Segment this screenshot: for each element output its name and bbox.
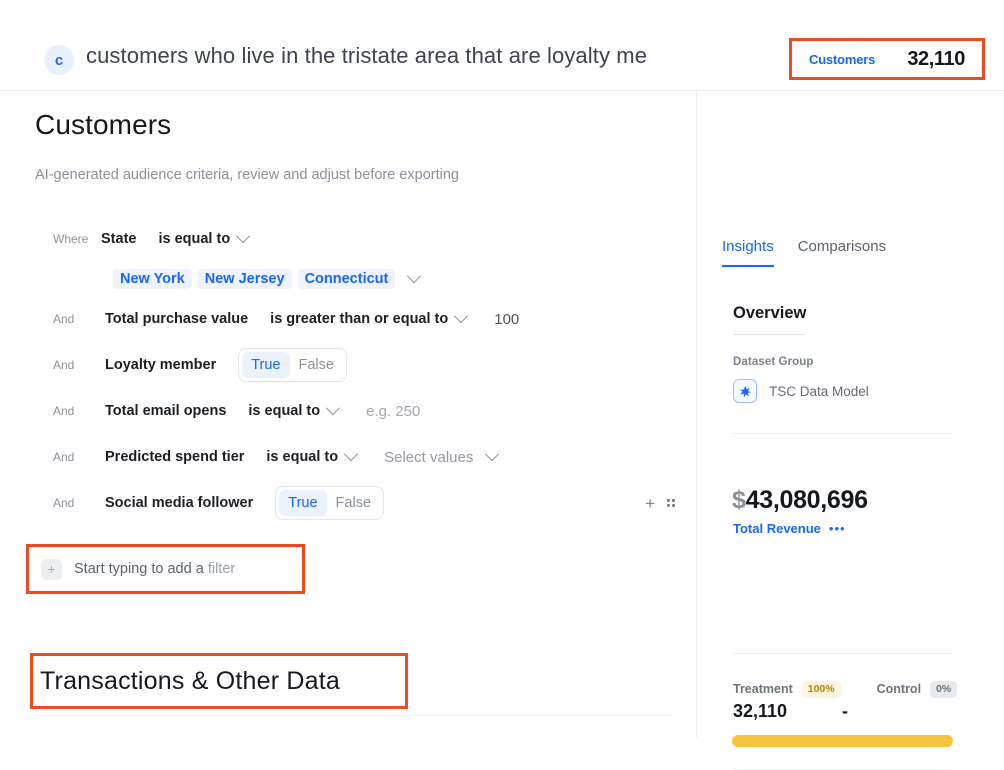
filter-operator-label: is equal to: [248, 403, 321, 419]
filter-value-input[interactable]: e.g. 250: [366, 403, 420, 420]
filter-field[interactable]: Total purchase value: [105, 311, 248, 327]
filter-operator[interactable]: is equal to: [158, 229, 251, 247]
chevron-down-icon: [485, 447, 500, 462]
overview-heading: Overview: [733, 304, 807, 322]
treatment-value: 32,110: [733, 701, 788, 721]
value-chip[interactable]: Connecticut: [297, 269, 396, 289]
tab-insights[interactable]: Insights: [722, 238, 774, 267]
control-percent-badge: 0%: [930, 681, 958, 698]
add-filter-placeholder-prefix: Start typing to add a: [74, 561, 204, 577]
filter-row[interactable]: And Social media follower True False +: [0, 480, 697, 526]
filter-field[interactable]: Loyalty member: [105, 357, 216, 373]
filter-row[interactable]: And Total email opens is equal to e.g. 2…: [0, 388, 697, 434]
filter-conjunction: Where: [53, 232, 89, 246]
filter-operator[interactable]: is equal to: [266, 447, 359, 465]
filter-field[interactable]: Total email opens: [105, 403, 226, 419]
filter-operator-label: is equal to: [158, 231, 231, 247]
treatment-percent-badge: 100%: [801, 681, 841, 698]
filter-row[interactable]: And Predicted spend tier is equal to Sel…: [0, 434, 697, 480]
filter-row[interactable]: And Total purchase value is greater than…: [0, 296, 697, 342]
page-subtitle: AI-generated audience criteria, review a…: [35, 167, 459, 183]
chevron-down-icon: [454, 309, 469, 324]
drag-handle-icon[interactable]: [667, 499, 675, 507]
filter-row[interactable]: Where State is equal to: [0, 216, 697, 262]
prompt-text[interactable]: customers who live in the tristate area …: [86, 43, 726, 69]
dataset-group-name: TSC Data Model: [769, 383, 869, 399]
insights-tabs: Insights Comparisons: [722, 238, 886, 267]
audience-builder-pane: Customers AI-generated audience criteria…: [0, 91, 697, 738]
chevron-down-icon: [326, 401, 341, 416]
dataset-group-label: Dataset Group: [733, 356, 814, 368]
section-divider: [35, 715, 673, 716]
chevron-down-icon: [344, 447, 359, 462]
filter-value-select-label: Select values: [384, 448, 474, 466]
filter-conjunction: And: [53, 496, 75, 510]
currency-symbol: $: [732, 486, 746, 514]
filter-value-input[interactable]: 100: [494, 311, 519, 328]
boolean-toggle[interactable]: True False: [275, 486, 385, 520]
plus-icon[interactable]: +: [41, 558, 62, 580]
filter-row[interactable]: And Loyalty member True False: [0, 342, 697, 388]
add-filter-placeholder: Start typing to add a filter: [74, 561, 235, 577]
overview-underline: [733, 334, 805, 335]
filter-conjunction: And: [53, 450, 75, 464]
control-value: -: [842, 701, 848, 721]
filter-operator[interactable]: is greater than or equal to: [270, 309, 469, 327]
treatment-label: Treatment: [733, 682, 793, 697]
customers-count-badge[interactable]: Customers 32,110: [789, 38, 985, 80]
total-revenue-value: $43,080,696: [732, 486, 868, 515]
chevron-down-icon[interactable]: [407, 269, 422, 284]
add-icon[interactable]: +: [645, 495, 655, 512]
dataset-group-row[interactable]: TSC Data Model: [733, 379, 869, 403]
split-progress-bar: [732, 735, 953, 747]
filter-value-chips[interactable]: New York New Jersey Connecticut: [0, 262, 697, 296]
add-filter-input[interactable]: + Start typing to add a filter: [26, 544, 305, 594]
split-header: Treatment 100% Control 0%: [733, 681, 958, 698]
divider: [733, 433, 952, 434]
filter-operator-label: is equal to: [266, 449, 339, 465]
customers-count-value: 32,110: [907, 47, 965, 70]
filter-field[interactable]: Predicted spend tier: [105, 449, 244, 465]
sparkle-icon: [733, 379, 757, 403]
more-options-icon[interactable]: •••: [829, 522, 846, 535]
toggle-option-false[interactable]: False: [290, 352, 343, 378]
filter-operator[interactable]: is equal to: [248, 401, 341, 419]
divider: [733, 653, 952, 654]
toggle-option-true[interactable]: True: [242, 352, 290, 378]
filter-field[interactable]: Social media follower: [105, 495, 253, 511]
add-filter-placeholder-word: filter: [207, 561, 236, 577]
control-label: Control: [876, 682, 922, 697]
insights-pane: Insights Comparisons Overview Dataset Gr…: [698, 91, 1004, 770]
boolean-toggle[interactable]: True False: [238, 348, 347, 382]
avatar: c: [44, 45, 74, 75]
filter-conjunction: And: [53, 312, 75, 326]
page-title: Customers: [35, 109, 172, 140]
filter-conjunction: And: [53, 358, 75, 372]
toggle-option-false[interactable]: False: [327, 490, 380, 516]
transactions-section-header[interactable]: Transactions & Other Data: [30, 653, 408, 709]
treatment-header: Treatment 100%: [733, 681, 841, 698]
control-header: Control 0%: [877, 681, 958, 698]
filter-conjunction: And: [53, 404, 75, 418]
total-revenue-number: 43,080,696: [745, 486, 868, 514]
chevron-down-icon: [236, 229, 251, 244]
tab-comparisons[interactable]: Comparisons: [798, 238, 886, 265]
filter-list: Where State is equal to New York New Jer…: [0, 216, 697, 526]
value-chip[interactable]: New Jersey: [197, 269, 292, 289]
filter-row-actions: +: [645, 495, 675, 512]
toggle-option-true[interactable]: True: [279, 490, 327, 516]
total-revenue-label: Total Revenue: [733, 521, 821, 536]
filter-operator-label: is greater than or equal to: [270, 311, 449, 327]
total-revenue-label-row[interactable]: Total Revenue •••: [733, 521, 846, 536]
value-chip[interactable]: New York: [113, 269, 192, 289]
transactions-section-title: Transactions & Other Data: [40, 666, 341, 695]
customers-count-label: Customers: [809, 51, 876, 67]
split-values: 32,110 -: [733, 701, 953, 722]
filter-field[interactable]: State: [101, 231, 136, 247]
filter-value-select[interactable]: Select values: [384, 447, 500, 466]
